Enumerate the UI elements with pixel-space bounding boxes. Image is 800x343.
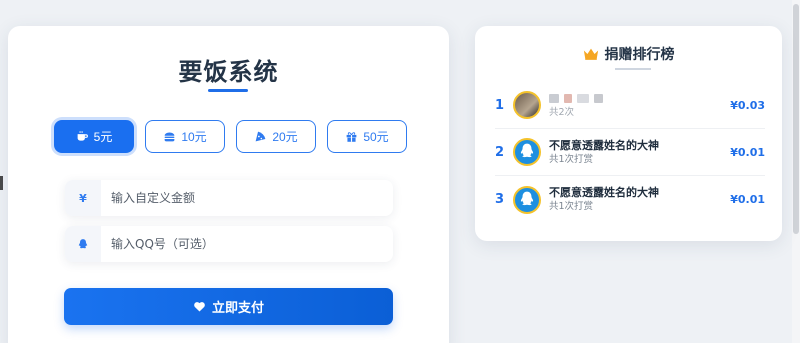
amount-button-10[interactable]: 10元 (145, 120, 225, 153)
qq-icon (65, 226, 101, 262)
avatar (513, 91, 541, 119)
crown-icon (583, 48, 598, 60)
custom-amount-input[interactable] (101, 180, 393, 216)
donation-amount: ¥0.01 (730, 145, 765, 159)
qq-field (65, 226, 393, 262)
donor-name: 不愿意透露姓名的大神 (549, 186, 659, 199)
page-title: 要饭系统 (178, 58, 279, 86)
donor-count: 共2次 (549, 106, 575, 118)
rank-number: 3 (495, 192, 505, 207)
coffee-icon (77, 131, 88, 141)
custom-amount-field: ¥ (65, 180, 393, 216)
donor-count: 共1次打赏 (549, 201, 594, 212)
yuan-icon: ¥ (65, 180, 101, 216)
qq-penguin-avatar (513, 138, 541, 166)
rank-number: 1 (495, 97, 505, 113)
pay-button-label: 立即支付 (211, 300, 264, 315)
donor-name: 不愿意透露姓名的大神 (549, 138, 659, 152)
amount-button-20[interactable]: 20元 (236, 120, 316, 153)
qq-input[interactable] (101, 226, 393, 262)
heart-icon (194, 302, 205, 312)
amount-label: 5元 (93, 130, 113, 144)
rank-number: 2 (495, 144, 505, 160)
title-underline (208, 89, 248, 92)
pay-now-button[interactable]: 立即支付 (64, 288, 393, 325)
pizza-icon (255, 131, 266, 142)
amount-label: 50元 (363, 130, 389, 144)
donation-amount: ¥0.03 (730, 98, 765, 112)
amount-options: 5元 10元 20元 50元 (54, 120, 407, 153)
leaderboard-list: 1 共2次 ¥0.03 2 不愿意透露姓名的大神 共1次打赏 ¥0.01 3 不… (495, 82, 765, 223)
scrollbar-thumb[interactable] (793, 4, 799, 234)
donation-amount: ¥0.01 (730, 193, 765, 206)
leaderboard-title-text: 捐赠排行榜 (604, 47, 675, 63)
amount-button-5[interactable]: 5元 (54, 120, 134, 153)
leaderboard-entry: 3 不愿意透露姓名的大神 共1次打赏 ¥0.01 (495, 176, 765, 223)
donor-count: 共1次打赏 (549, 153, 594, 165)
leaderboard-card: 捐赠排行榜 1 共2次 ¥0.03 2 不愿意透露姓名的大神 共1次打赏 ¥0.… (475, 26, 782, 241)
amount-label: 20元 (272, 130, 298, 144)
amount-label: 10元 (181, 130, 207, 144)
gift-icon (346, 132, 357, 142)
donor-name-blurred (549, 91, 730, 106)
qq-penguin-avatar (513, 185, 541, 214)
burger-icon (164, 132, 175, 142)
title-underline (615, 68, 651, 70)
payment-card: 要饭系统 5元 10元 20元 50元 ¥ 立即支付 (8, 26, 449, 343)
amount-button-50[interactable]: 50元 (327, 120, 407, 153)
scrollbar[interactable] (792, 0, 800, 343)
edge-marker (0, 176, 3, 190)
leaderboard-title: 捐赠排行榜 (475, 44, 782, 64)
leaderboard-entry: 2 不愿意透露姓名的大神 共1次打赏 ¥0.01 (495, 129, 765, 176)
leaderboard-entry: 1 共2次 ¥0.03 (495, 82, 765, 129)
